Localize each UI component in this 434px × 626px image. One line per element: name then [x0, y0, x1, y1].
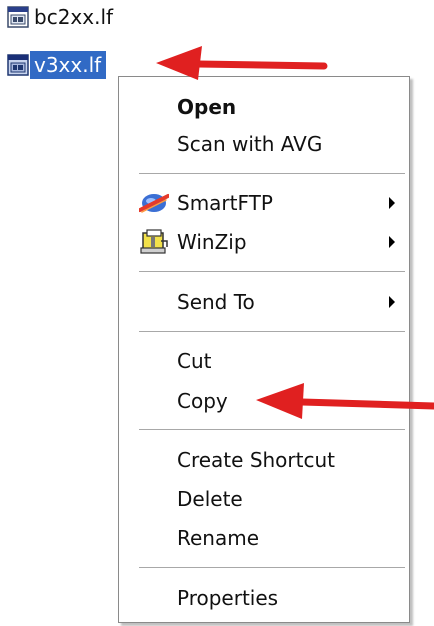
menu-item-label: Open: [177, 95, 237, 119]
menu-item-open[interactable]: Open: [119, 89, 409, 125]
menu-separator: [139, 331, 405, 332]
submenu-arrow-icon: [389, 197, 395, 209]
menu-item-label: WinZip: [177, 230, 247, 254]
menu-item-label: Send To: [177, 290, 255, 314]
menu-item-label: Create Shortcut: [177, 448, 335, 472]
winzip-icon: [139, 229, 169, 255]
file-name: v3xx.lf: [30, 51, 107, 79]
menu-item-scan-with-avg[interactable]: Scan with AVG: [119, 126, 409, 162]
menu-item-properties[interactable]: Properties: [119, 580, 409, 616]
menu-item-send-to[interactable]: Send To: [119, 284, 409, 320]
submenu-arrow-icon: [389, 296, 395, 308]
menu-item-label: Cut: [177, 349, 212, 373]
menu-item-label: SmartFTP: [177, 191, 273, 215]
menu-separator: [139, 429, 405, 430]
menu-item-winzip[interactable]: WinZip: [119, 224, 409, 260]
smartftp-icon: [138, 190, 170, 216]
menu-item-label: Properties: [177, 586, 279, 610]
menu-item-label: Delete: [177, 487, 243, 511]
submenu-arrow-icon: [389, 236, 395, 248]
menu-separator: [139, 271, 405, 272]
menu-item-label: Scan with AVG: [177, 132, 323, 156]
context-menu: Open Scan with AVG SmartFTP WinZip Send …: [118, 76, 410, 623]
menu-item-smartftp[interactable]: SmartFTP: [119, 185, 409, 221]
menu-separator: [139, 173, 405, 174]
lf-file-icon: [6, 5, 30, 29]
menu-item-create-shortcut[interactable]: Create Shortcut: [119, 442, 409, 478]
menu-item-rename[interactable]: Rename: [119, 520, 409, 556]
menu-item-cut[interactable]: Cut: [119, 343, 409, 379]
annotation-arrow-icon: [256, 383, 434, 419]
menu-item-delete[interactable]: Delete: [119, 481, 409, 517]
menu-separator: [139, 567, 405, 568]
menu-item-label: Rename: [177, 526, 260, 550]
file-name: bc2xx.lf: [34, 5, 114, 29]
annotation-arrow-icon: [156, 46, 328, 80]
file-item-bc2xx[interactable]: bc2xx.lf: [6, 2, 118, 32]
file-item-v3xx[interactable]: v3xx.lf: [6, 50, 107, 80]
menu-item-label: Copy: [177, 389, 228, 413]
lf-file-icon: [6, 53, 30, 77]
